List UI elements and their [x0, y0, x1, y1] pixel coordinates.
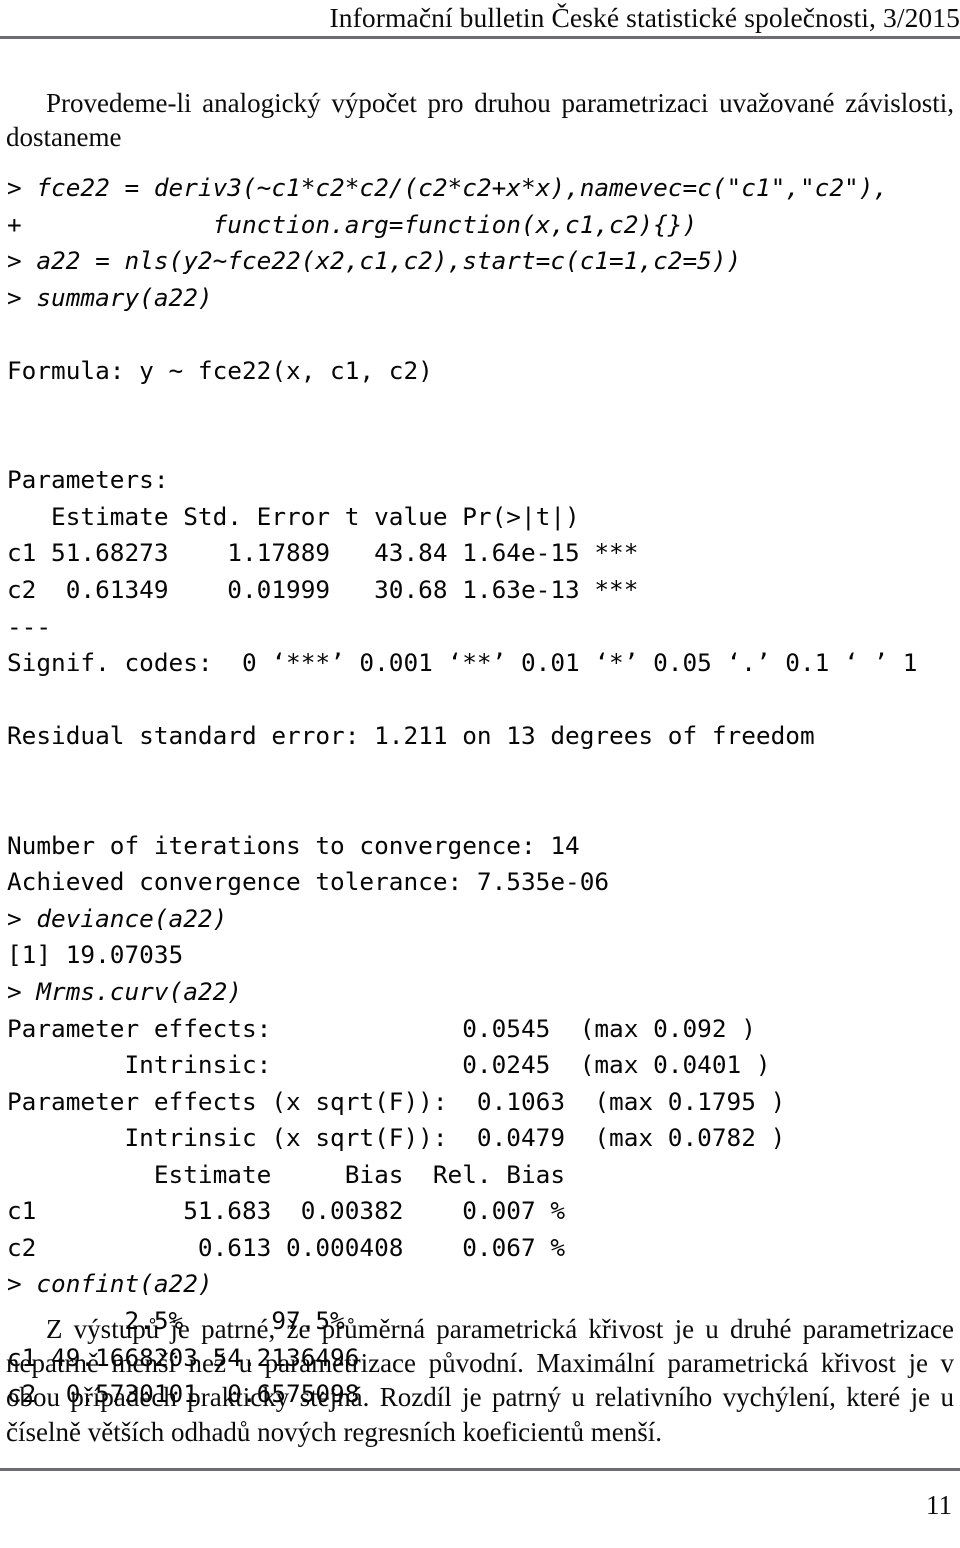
- code-output-line: c2 0.613 0.000408 0.067 %: [7, 1232, 566, 1262]
- paragraph-intro: Provedeme-li analogický výpočet pro druh…: [6, 86, 954, 154]
- code-output-line: Parameters:: [7, 465, 169, 495]
- code-output-line: c1 51.683 0.00382 0.007 %: [7, 1196, 566, 1226]
- code-output-line: Achieved convergence tolerance: 7.535e-0…: [7, 867, 610, 897]
- code-output-line: Parameter effects: 0.0545 (max 0.092 ): [7, 1013, 756, 1043]
- r-console-output-block: > fce22 = deriv3(~c1*c2*c2/(c2*c2+x*x),n…: [7, 170, 953, 1413]
- paragraph-conclusion: Z výstupů je patrné, že průměrná paramet…: [6, 1312, 954, 1449]
- code-command-line: > a22 = nls(y2~fce22(x2,c1,c2),start=c(c…: [7, 246, 742, 276]
- code-output-line: Parameter effects (x sqrt(F)): 0.1063 (m…: [7, 1086, 786, 1116]
- code-command-line: > Mrms.curv(a22): [7, 977, 242, 1007]
- code-command-line: > summary(a22): [7, 282, 213, 312]
- code-output-line: Signif. codes: 0 ‘***’ 0.001 ‘**’ 0.01 ‘…: [7, 648, 918, 678]
- code-output-line: Intrinsic: 0.0245 (max 0.0401 ): [7, 1050, 771, 1080]
- code-output-line: c1 51.68273 1.17889 43.84 1.64e-15 ***: [7, 538, 639, 568]
- code-command-line: + function.arg=function(x,c1,c2){}): [7, 209, 698, 239]
- document-page: Informační bulletin České statistické sp…: [0, 0, 960, 1548]
- code-output-line: Estimate Bias Rel. Bias: [7, 1159, 566, 1189]
- code-output-line: Number of iterations to convergence: 14: [7, 830, 580, 860]
- header-rule: [0, 36, 960, 39]
- code-output-line: Residual standard error: 1.211 on 13 deg…: [7, 721, 815, 751]
- running-header-title: Informační bulletin České statistické sp…: [329, 2, 960, 33]
- paragraph-intro-text: Provedeme-li analogický výpočet pro druh…: [6, 88, 954, 153]
- page-number: 11: [926, 1490, 952, 1520]
- paragraph-conclusion-text: Z výstupů je patrné, že průměrná paramet…: [6, 1314, 954, 1447]
- code-output-line: c2 0.61349 0.01999 30.68 1.63e-13 ***: [7, 575, 639, 605]
- code-command-line: > deviance(a22): [7, 903, 228, 933]
- code-output-line: [1] 19.07035: [7, 940, 184, 970]
- code-output-line: Estimate Std. Error t value Pr(>|t|): [7, 501, 580, 531]
- code-command-line: > fce22 = deriv3(~c1*c2*c2/(c2*c2+x*x),n…: [7, 173, 889, 202]
- code-output-line: ---: [7, 611, 52, 641]
- code-output-line: Formula: y ~ fce22(x, c1, c2): [7, 355, 433, 385]
- footer-rule: [0, 1468, 960, 1471]
- code-output-line: Intrinsic (x sqrt(F)): 0.0479 (max 0.078…: [7, 1123, 786, 1153]
- code-command-line: > confint(a22): [7, 1269, 213, 1299]
